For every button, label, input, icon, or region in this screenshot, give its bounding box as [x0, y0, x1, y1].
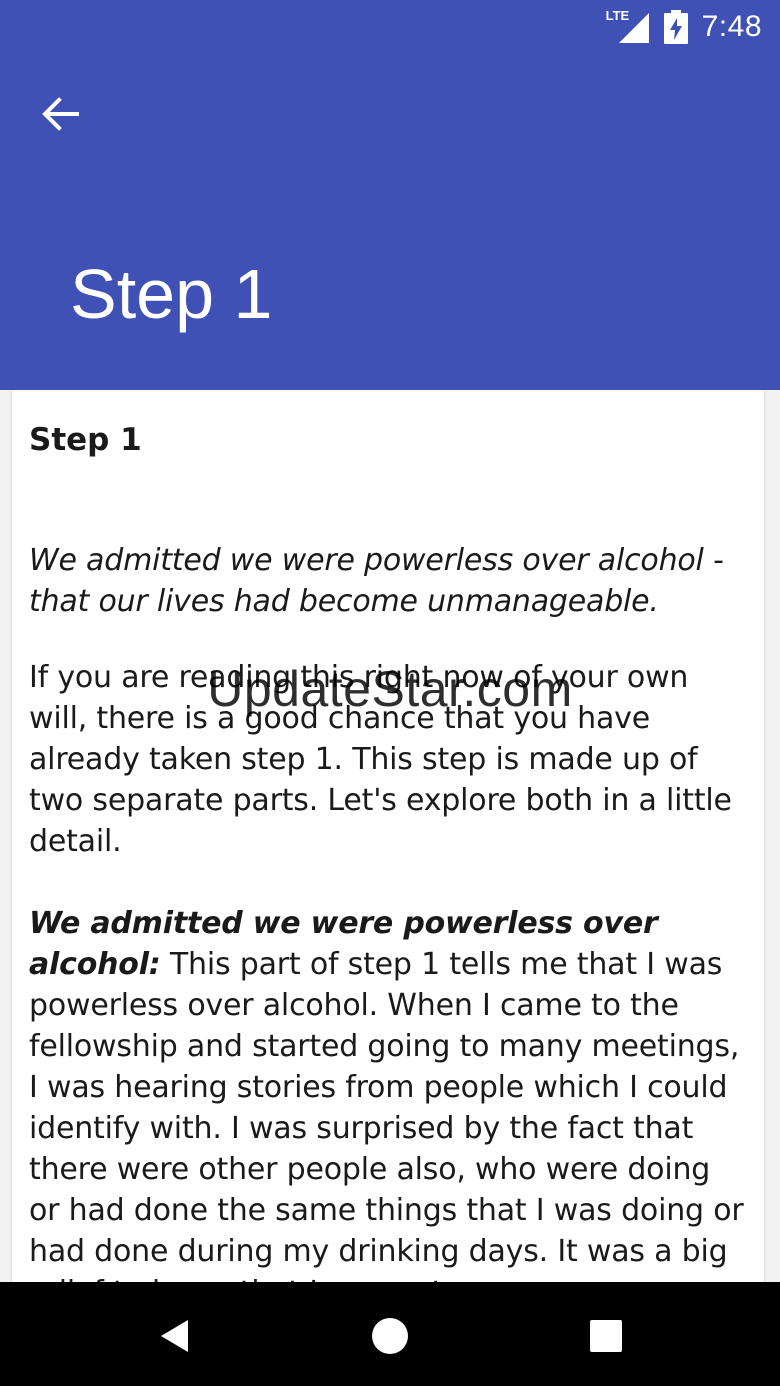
app-toolbar: Step 1	[0, 54, 780, 390]
step-heading: Step 1	[29, 422, 142, 458]
nav-back-button[interactable]	[142, 1304, 206, 1368]
nav-home-icon	[372, 1318, 408, 1354]
step-tagline: We admitted we were powerless over alcoh…	[29, 543, 724, 619]
nav-back-icon	[161, 1320, 188, 1352]
intro-paragraph: If you are reading this right now of you…	[29, 660, 732, 859]
navigation-bar	[0, 1282, 780, 1386]
content-scroll-area[interactable]: Step 1 We admitted we were powerless ove…	[0, 390, 780, 1282]
status-bar: LTE 7:48	[0, 0, 780, 54]
network-indicator: LTE	[606, 9, 650, 45]
status-icons: LTE 7:48	[606, 8, 762, 46]
signal-icon	[618, 13, 649, 43]
status-time: 7:48	[701, 10, 762, 43]
section-paragraph: We admitted we were powerless over alcoh…	[29, 903, 747, 1282]
page-title: Step 1	[70, 255, 273, 333]
section-body: This part of step 1 tells me that I was …	[29, 947, 744, 1282]
step-card: Step 1 We admitted we were powerless ove…	[12, 390, 764, 1282]
back-button[interactable]	[28, 82, 92, 146]
arrow-back-icon	[42, 97, 79, 131]
nav-recents-icon	[590, 1320, 622, 1352]
battery-charging-icon	[663, 10, 688, 44]
nav-recents-button[interactable]	[574, 1304, 638, 1368]
nav-home-button[interactable]	[358, 1304, 422, 1368]
